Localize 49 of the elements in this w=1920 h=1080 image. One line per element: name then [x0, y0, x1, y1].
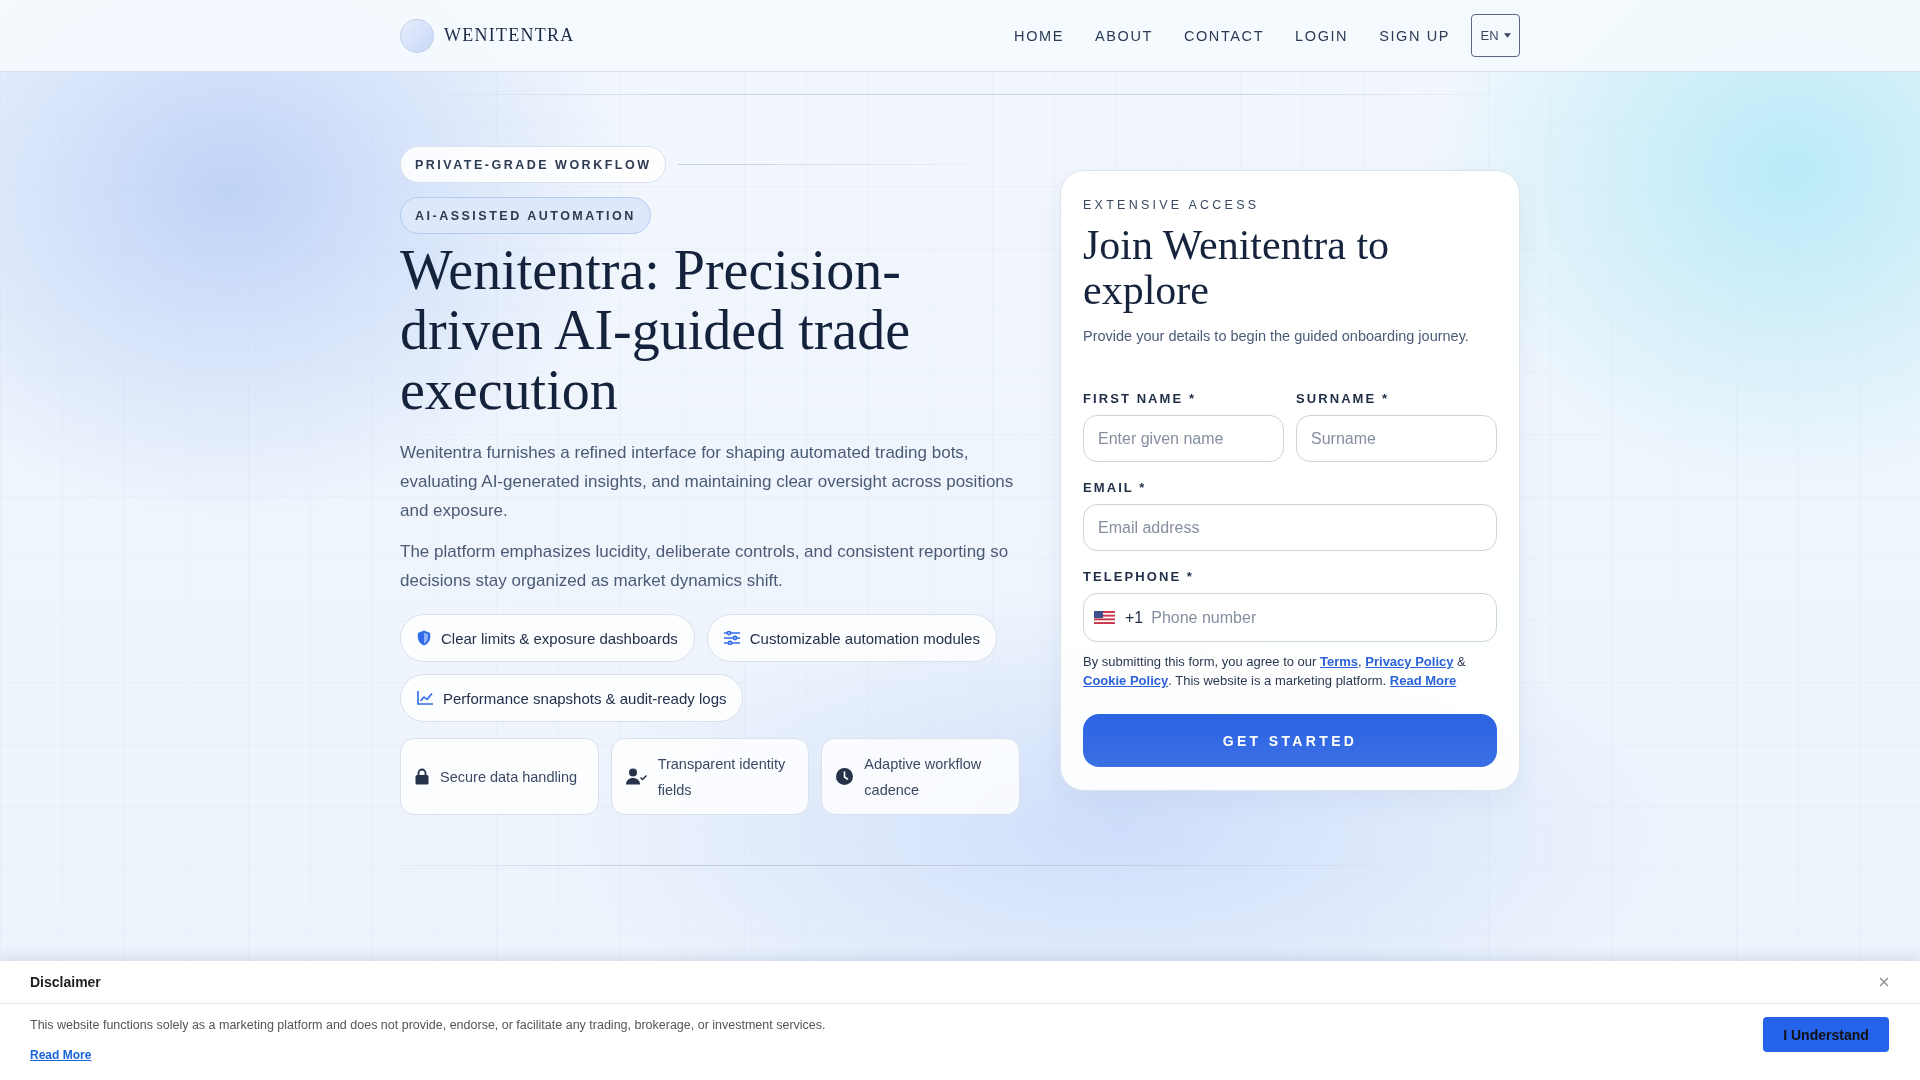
read-more-link[interactable]: Read More	[30, 1046, 92, 1064]
input-field[interactable]: Surname	[1296, 415, 1497, 462]
chip-label: Clear limits & exposure dashboards	[441, 629, 678, 647]
flag-icon	[1094, 611, 1115, 624]
line-chart-icon	[417, 691, 433, 705]
form-subtitle: Provide your details to begin the guided onboarding journey.	[1083, 327, 1470, 346]
highlight-label: Transparent identity fields	[657, 754, 787, 800]
hero-title: Wenitentra: Precision-driven AI-guided trade execution	[400, 240, 912, 420]
form-eyebrow: EXTENSIVE ACCESS	[1083, 197, 1261, 213]
chip-label: Customizable automation modules	[749, 629, 980, 647]
field-label: SURNAME *	[1296, 391, 1391, 407]
hero-paragraph: Wenitentra furnishes a refined interface for shaping automated trading bots, evaluating AI-generated insights, and maintaining clear oversight across positions and exposure.	[400, 442, 1015, 522]
understand-button[interactable]: I Understand	[1763, 1017, 1889, 1052]
field-label: FIRST NAME *	[1083, 391, 1198, 407]
disclaimer-text: This website functions solely as a marketing platform and does not provide, endorse, or facilitate any trading, brokerage, or investment services.	[30, 1017, 826, 1034]
nav-link[interactable]: SIGN UP	[1379, 27, 1450, 44]
field-label: TELEPHONE *	[1083, 569, 1195, 585]
nav-link[interactable]: LOGIN	[1295, 27, 1349, 44]
shield-icon	[417, 630, 431, 646]
hero-badge: AI-ASSISTED AUTOMATION	[400, 197, 651, 234]
user-check-icon	[625, 768, 647, 785]
chip-label: Performance snapshots & audit-ready logs	[443, 689, 727, 707]
disclaimer-title: Disclaimer	[30, 974, 101, 990]
clock-icon	[836, 768, 854, 785]
hero-badge: PRIVATE-GRADE WORKFLOW	[400, 146, 667, 183]
brand-name[interactable]: WENITENTRA	[444, 25, 575, 46]
input-field[interactable]: Enter given name	[1083, 415, 1284, 462]
highlight-label: Secure data handling	[440, 767, 578, 787]
get-started-button[interactable]: GET STARTED	[1083, 714, 1497, 767]
consent-link[interactable]: Privacy Policy	[1365, 654, 1454, 669]
field-label: EMAIL *	[1083, 480, 1148, 496]
dial-code: +1	[1125, 608, 1144, 627]
caret-icon	[1503, 33, 1511, 38]
hero-paragraph: The platform emphasizes lucidity, deliberate controls, and consistent reporting so decisions stay organized as market dynamics shift.	[400, 541, 1010, 592]
language-button[interactable]: EN	[1471, 14, 1520, 57]
sliders-icon	[723, 631, 740, 645]
lock-icon	[415, 768, 429, 785]
nav-link[interactable]: CONTACT	[1183, 27, 1265, 44]
close-icon[interactable]	[1879, 977, 1889, 987]
form-title: Join Wenitentra to explore	[1083, 223, 1391, 313]
phone-number-input[interactable]: Phone number	[1151, 605, 1486, 630]
nav-link[interactable]: ABOUT	[1095, 27, 1153, 44]
consent-text: By submitting this form, you agree to our Terms, Privacy Policy & Cookie Policy. This website is a marketing platform. Read More	[1083, 653, 1467, 690]
consent-link[interactable]: Cookie Policy	[1083, 673, 1169, 688]
phone-field[interactable]: +1 Phone number	[1083, 593, 1497, 642]
input-field[interactable]: Email address	[1083, 504, 1497, 551]
nav-link[interactable]: HOME	[1014, 27, 1064, 44]
highlight-label: Adaptive workflow cadence	[864, 754, 983, 800]
consent-link[interactable]: Read More	[1389, 673, 1457, 688]
